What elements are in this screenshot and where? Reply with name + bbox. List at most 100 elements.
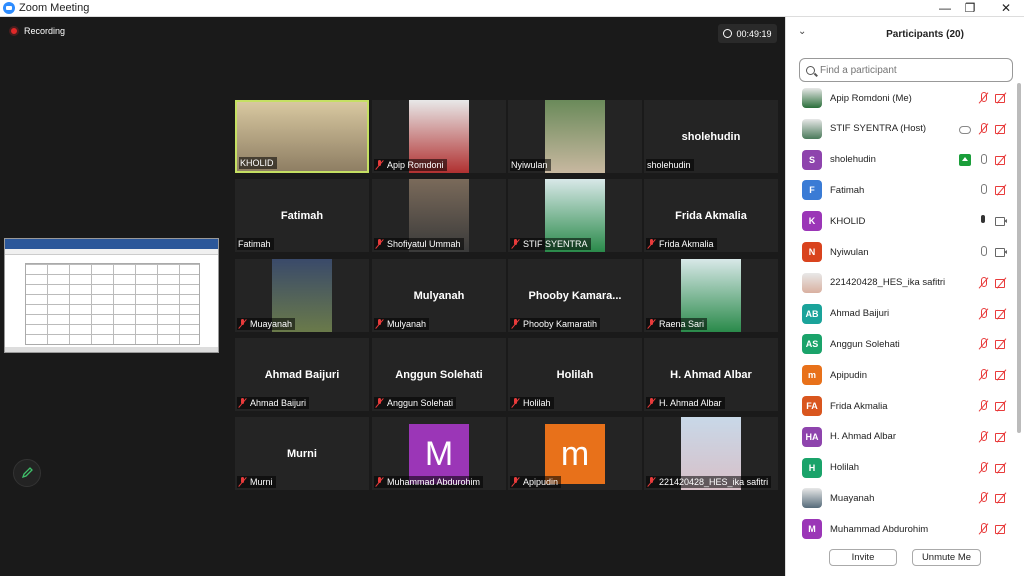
video-tile[interactable]: Apip Romdoni — [372, 100, 506, 173]
video-tile[interactable]: Anggun Solehati Anggun Solehati — [372, 338, 506, 411]
tile-name: Shofiyatul Ummah — [387, 239, 461, 249]
video-tile[interactable]: sholehudin sholehudin — [644, 100, 778, 173]
participant-row[interactable]: K KHOLID — [786, 206, 1016, 236]
video-off-icon — [995, 154, 1007, 166]
muted-mic-icon — [511, 477, 520, 487]
participant-row[interactable]: Muayanah — [786, 483, 1016, 513]
shared-document-table — [25, 263, 200, 345]
participant-avatar: H — [802, 457, 822, 478]
tile-name-label: Shofiyatul Ummah — [374, 238, 464, 250]
search-input[interactable] — [820, 64, 1000, 76]
participant-avatar — [802, 118, 822, 139]
tile-name: Holilah — [523, 398, 551, 408]
video-tile[interactable]: Nyiwulan — [508, 100, 642, 173]
unmute-me-button[interactable]: Unmute Me — [912, 549, 981, 566]
participant-row[interactable]: H Holilah — [786, 453, 1016, 483]
mic-muted-icon — [977, 430, 989, 443]
tile-name-label: Apipudin — [510, 476, 562, 488]
video-off-icon — [995, 338, 1007, 350]
tile-name-label: STIF SYENTRA — [510, 238, 591, 250]
shared-screen-thumbnail[interactable] — [4, 238, 219, 353]
mic-muted-icon — [977, 92, 989, 104]
video-tile[interactable]: Raena Sari — [644, 259, 778, 332]
participant-avatar: m — [802, 365, 822, 386]
restore-button[interactable]: ❐ — [950, 0, 990, 17]
video-tile[interactable]: Ahmad Baijuri Ahmad Baijuri — [235, 338, 369, 411]
recording-indicator[interactable]: Recording — [9, 26, 65, 36]
tile-name: Murni — [250, 477, 273, 487]
video-tile[interactable]: Holilah Holilah — [508, 338, 642, 411]
video-tile[interactable]: STIF SYENTRA — [508, 179, 642, 252]
scrollbar-thumb[interactable] — [1017, 83, 1021, 433]
video-tile[interactable]: H. Ahmad Albar H. Ahmad Albar — [644, 338, 778, 411]
tile-name: Apip Romdoni — [387, 160, 444, 170]
muted-mic-icon — [375, 319, 384, 329]
video-tile[interactable]: Murni Murni — [235, 417, 369, 490]
mic-muted-icon — [977, 523, 989, 535]
participant-avatar — [802, 272, 822, 293]
participant-row[interactable]: Ssholehudin — [786, 145, 1016, 175]
participant-avatar: AS — [802, 334, 822, 355]
video-tile[interactable]: Frida Akmalia Frida Akmalia — [644, 179, 778, 252]
tile-name: 221420428_HES_ika safitri — [659, 477, 769, 487]
mic-muted-icon — [977, 400, 989, 412]
invite-button[interactable]: Invite — [829, 549, 897, 566]
video-tile[interactable]: Shofiyatul Ummah — [372, 179, 506, 252]
video-tile[interactable]: 221420428_HES_ika safitri — [644, 417, 778, 490]
microphone-icon — [977, 184, 989, 196]
participant-row[interactable]: N Nyiwulan — [786, 237, 1016, 267]
participant-name: Nyiwulan — [830, 246, 869, 258]
participant-row[interactable]: AS Anggun Solehati — [786, 329, 1016, 359]
timer-value: 00:49:19 — [736, 28, 772, 39]
participant-row[interactable]: AB Ahmad Baijuri — [786, 299, 1016, 329]
participant-avatar: FA — [802, 396, 822, 416]
muted-mic-icon — [647, 239, 656, 249]
tile-name: KHOLID — [240, 158, 274, 168]
meeting-timer: 00:49:19 — [718, 24, 777, 43]
muted-mic-icon — [238, 398, 247, 408]
video-tile[interactable]: KHOLID — [235, 100, 369, 173]
muted-mic-icon — [238, 319, 247, 329]
tile-name: Apipudin — [523, 477, 559, 487]
participant-row[interactable]: HA H. Ahmad Albar — [786, 422, 1016, 452]
muted-mic-icon — [511, 398, 520, 408]
video-tile[interactable]: Phooby Kamara... Phooby Kamaratih — [508, 259, 642, 332]
participant-row[interactable]: F Fatimah — [786, 175, 1016, 205]
close-button[interactable]: ✕ — [986, 0, 1024, 17]
tile-name: Phooby Kamaratih — [523, 319, 598, 329]
participant-avatar: M — [802, 519, 822, 540]
participant-list: Apip Romdoni (Me) STIF SYENTRA (Host) Ssho… — [786, 83, 1016, 541]
participant-avatar: F — [802, 180, 822, 201]
participant-name: Holilah — [830, 462, 860, 474]
participant-row[interactable]: m Apipudin — [786, 360, 1016, 390]
participant-row[interactable]: Apip Romdoni (Me) — [786, 83, 1016, 113]
participant-row[interactable]: M Muhammad Abdurohim — [786, 514, 1016, 541]
mic-muted-icon — [977, 492, 989, 504]
tile-name: Muhammad Abdurohim — [387, 477, 481, 487]
video-tile[interactable]: Muayanah — [235, 259, 369, 332]
annotate-button[interactable] — [13, 459, 41, 487]
video-tile[interactable]: M Muhammad Abdurohim — [372, 417, 506, 490]
screen-share-icon — [959, 153, 971, 166]
participant-search[interactable] — [799, 58, 1013, 82]
participant-row[interactable]: FA Frida Akmalia — [786, 391, 1016, 421]
word-status-bar — [5, 347, 218, 352]
participant-avatar: S — [802, 149, 822, 170]
participant-row[interactable]: 221420428_HES_ika safitri — [786, 268, 1016, 298]
video-off-icon — [995, 369, 1007, 381]
video-tile[interactable]: m Apipudin — [508, 417, 642, 490]
word-toolbar — [5, 249, 218, 255]
microphone-icon — [977, 153, 989, 166]
tile-name: H. Ahmad Albar — [659, 398, 722, 408]
tile-name: Nyiwulan — [511, 160, 548, 170]
video-off-icon — [995, 92, 1007, 104]
muted-mic-icon — [511, 239, 520, 249]
video-tile[interactable]: Fatimah Fatimah — [235, 179, 369, 252]
recording-label: Recording — [24, 26, 66, 36]
microphone-icon — [977, 215, 989, 227]
participant-row[interactable]: STIF SYENTRA (Host) — [786, 114, 1016, 144]
participant-scrollbar[interactable] — [1016, 83, 1022, 543]
participant-avatar: AB — [802, 303, 822, 324]
video-tile[interactable]: Mulyanah Mulyanah — [372, 259, 506, 332]
video-off-icon — [995, 184, 1007, 196]
